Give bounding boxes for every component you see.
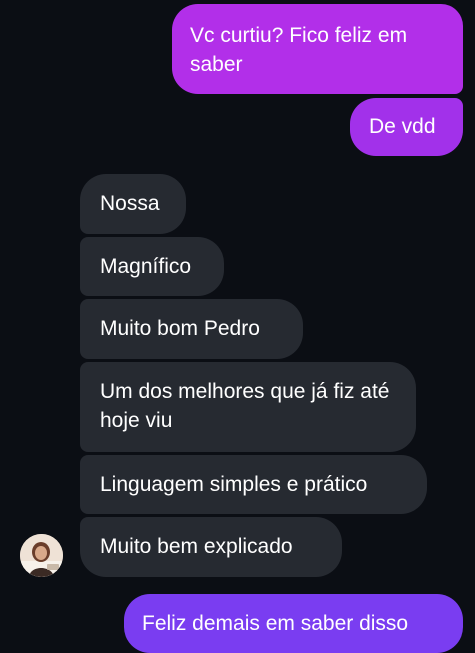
incoming-message[interactable]: Magnífico [80,237,224,296]
avatar-photo-icon [20,534,63,577]
outgoing-message[interactable]: Vc curtiu? Fico feliz em saber [172,4,463,94]
contact-avatar[interactable] [20,534,63,577]
incoming-message[interactable]: Muito bem explicado [80,517,342,577]
outgoing-message[interactable]: Feliz demais em saber disso [124,594,463,653]
incoming-message[interactable]: Linguagem simples e prático [80,455,427,514]
incoming-message[interactable]: Um dos melhores que já fiz até hoje viu [80,362,416,452]
incoming-message[interactable]: Nossa [80,174,186,234]
message-thread: Vc curtiu? Fico feliz em saber De vdd No… [0,0,475,653]
outgoing-message[interactable]: De vdd [350,98,463,156]
incoming-message[interactable]: Muito bom Pedro [80,299,303,359]
